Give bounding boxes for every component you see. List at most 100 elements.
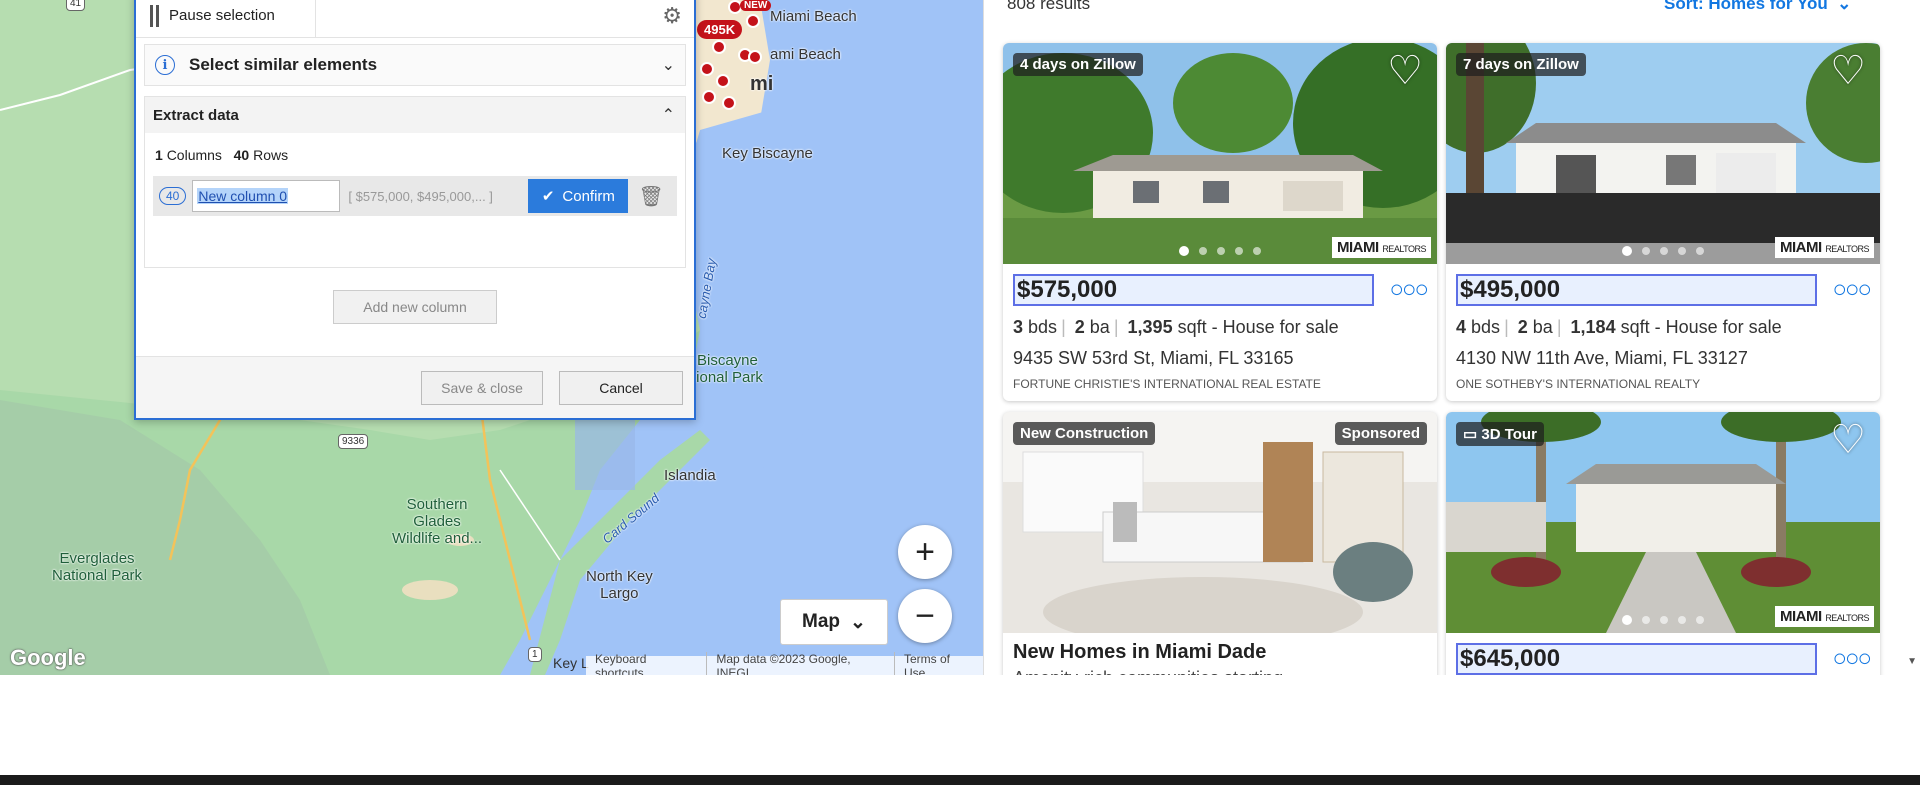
map-label-key-largo: Key L	[553, 655, 589, 671]
dialog-footer: Save & close Cancel	[136, 356, 694, 418]
listing-address[interactable]: 4130 NW 11th Ave, Miami, FL 33127	[1456, 348, 1870, 369]
listing-photo[interactable]: ▭ 3D Tour ♡ MIAMI REALTORS	[1446, 412, 1880, 633]
rows-count: 40	[233, 147, 250, 163]
miami-realtors-logo: MIAMI REALTORS	[1774, 237, 1874, 258]
terms-link[interactable]: Terms of Use	[895, 652, 983, 676]
heart-icon[interactable]: ♡	[1830, 51, 1866, 91]
google-logo: Google	[10, 645, 86, 670]
map-label-everglades: Everglades National Park	[52, 550, 143, 584]
extract-data-header[interactable]: Extract data ⌃	[145, 97, 685, 133]
select-similar-title: Select similar elements	[189, 55, 378, 74]
route-shield-9336: 9336	[338, 434, 369, 449]
more-icon[interactable]: ○○○	[1833, 645, 1872, 673]
result-count: 808 results	[1007, 0, 1091, 13]
sort-dropdown[interactable]: Sort: Homes for You ⌄	[1664, 0, 1851, 14]
map-pin[interactable]	[748, 50, 762, 64]
zoom-in-button[interactable]: +	[898, 525, 952, 579]
heart-icon[interactable]: ♡	[1387, 51, 1423, 91]
cube-icon: ▭	[1463, 426, 1478, 443]
info-icon: i	[155, 55, 175, 75]
results-panel[interactable]: 808 results Sort: Homes for You ⌄ 4 days…	[984, 0, 1920, 675]
listing-photo[interactable]: 4 days on Zillow ♡ MIAMI REALTORS	[1003, 43, 1437, 264]
cancel-button[interactable]: Cancel	[559, 371, 683, 405]
map-footer: Keyboard shortcuts Map data ©2023 Google…	[586, 651, 983, 675]
map-label-biscayne-park: Biscayne tional Park	[692, 352, 763, 386]
listing-badge: 4 days on Zillow	[1013, 53, 1143, 76]
pause-selection-button[interactable]: Pause selection	[136, 0, 316, 38]
listing-price[interactable]: $575,000	[1013, 274, 1374, 306]
columns-label: Columns	[166, 147, 222, 163]
map-pin[interactable]	[746, 14, 760, 28]
results-scrollbar[interactable]: ▼	[1904, 0, 1920, 675]
select-similar-section[interactable]: i Select similar elements ⌄	[144, 44, 686, 86]
add-new-column-button[interactable]: Add new column	[333, 290, 497, 324]
map-pin[interactable]	[700, 62, 714, 76]
photo-carousel-dots[interactable]	[1622, 615, 1704, 625]
map-data-attribution: Map data ©2023 Google, INEGI	[707, 651, 895, 675]
column-name-input[interactable]: New column 0	[192, 180, 341, 212]
route-shield-41: 41	[66, 0, 86, 11]
listing-address[interactable]: 9435 SW 53rd St, Miami, FL 33165	[1013, 348, 1427, 369]
chevron-down-icon: ⌄	[850, 611, 866, 633]
columns-count: 1	[155, 147, 163, 163]
photo-carousel-dots[interactable]	[1622, 246, 1704, 256]
dialog-toolbar: Pause selection ⚙	[136, 0, 694, 38]
page-bottom-area	[0, 675, 1920, 775]
zoom-in-icon: +	[915, 532, 935, 571]
miami-realtors-logo: MIAMI REALTORS	[1331, 237, 1431, 258]
map-pin[interactable]	[722, 96, 736, 110]
trash-icon[interactable]: 🗑	[638, 184, 663, 209]
sponsored-title[interactable]: New Homes in Miami Dade	[1003, 633, 1437, 664]
row-count-badge: 40	[159, 187, 187, 205]
column-row: 40 New column 0 [ $575,000, $495,000,...…	[153, 176, 677, 216]
listing-photo[interactable]: 7 days on Zillow ♡ MIAMI REALTORS	[1446, 43, 1880, 264]
zoom-out-icon: −	[915, 596, 935, 635]
extract-data-section: Extract data ⌃ 1 Columns 40 Rows 40 New …	[144, 96, 686, 268]
listing-card[interactable]: ▭ 3D Tour ♡ MIAMI REALTORS $645,000 ○○○	[1446, 412, 1880, 675]
pause-selection-label: Pause selection	[169, 7, 275, 24]
save-close-button[interactable]: Save & close	[421, 371, 543, 405]
map-label-southern-glades: Southern Glades Wildlife and...	[392, 496, 483, 547]
pause-icon	[150, 4, 159, 27]
chevron-up-icon: ⌃	[661, 107, 675, 124]
map-label-miami: mi	[750, 73, 774, 95]
taskbar	[0, 775, 1920, 785]
listing-price[interactable]: $495,000	[1456, 274, 1817, 306]
listing-card[interactable]: 4 days on Zillow ♡ MIAMI REALTORS $575,0…	[1003, 43, 1437, 401]
check-icon: ✔	[541, 188, 555, 205]
3d-tour-badge: ▭ 3D Tour	[1456, 422, 1544, 446]
new-construction-badge: New Construction	[1013, 422, 1156, 445]
listing-facts: 3 bds | 2 ba | 1,395 sqft - House for sale	[1013, 317, 1339, 337]
map-label-north-key-largo: North Key Largo	[586, 568, 653, 602]
more-icon[interactable]: ○○○	[1390, 276, 1429, 304]
screen: 495K NEW Miami Beach ami Beach mi Key Bi…	[0, 0, 1920, 785]
heart-icon[interactable]: ♡	[1830, 420, 1866, 460]
map-label-key-biscayne: Key Biscayne	[722, 145, 813, 162]
map-new-pin[interactable]: NEW	[740, 0, 772, 11]
more-icon[interactable]: ○○○	[1833, 276, 1872, 304]
column-preview: [ $575,000, $495,000,... ]	[348, 188, 493, 204]
route-shield-1: 1	[528, 647, 542, 662]
listing-broker: FORTUNE CHRISTIE'S INTERNATIONAL REAL ES…	[1013, 377, 1321, 391]
sponsored-card[interactable]: New Construction Sponsored New Homes in …	[1003, 412, 1437, 675]
extract-data-dialog: Pause selection ⚙ i Select similar eleme…	[134, 0, 696, 420]
chevron-down-icon: ⌄	[1832, 0, 1852, 13]
map-type-dropdown[interactable]: Map ⌄	[780, 599, 888, 645]
sponsored-photo[interactable]: New Construction Sponsored	[1003, 412, 1437, 633]
scroll-down-arrow-icon[interactable]: ▼	[1907, 656, 1917, 667]
zoom-out-button[interactable]: −	[898, 589, 952, 643]
confirm-button[interactable]: ✔ Confirm	[528, 179, 629, 213]
listing-price[interactable]: $645,000	[1456, 643, 1817, 675]
map-type-label: Map	[802, 611, 841, 632]
map-pin[interactable]	[702, 90, 716, 104]
keyboard-shortcuts-link[interactable]: Keyboard shortcuts	[586, 651, 708, 675]
map-pin[interactable]	[712, 40, 726, 54]
photo-carousel-dots[interactable]	[1179, 246, 1261, 256]
confirm-label: Confirm	[562, 187, 615, 205]
sponsored-subtitle: Amenity-rich communities starting	[1003, 664, 1437, 675]
listing-card[interactable]: 7 days on Zillow ♡ MIAMI REALTORS $495,0…	[1446, 43, 1880, 401]
column-name-value: New column 0	[197, 188, 289, 204]
map-price-pin[interactable]: 495K	[697, 20, 743, 39]
gear-icon[interactable]: ⚙	[662, 3, 682, 29]
map-pin[interactable]	[716, 74, 730, 88]
